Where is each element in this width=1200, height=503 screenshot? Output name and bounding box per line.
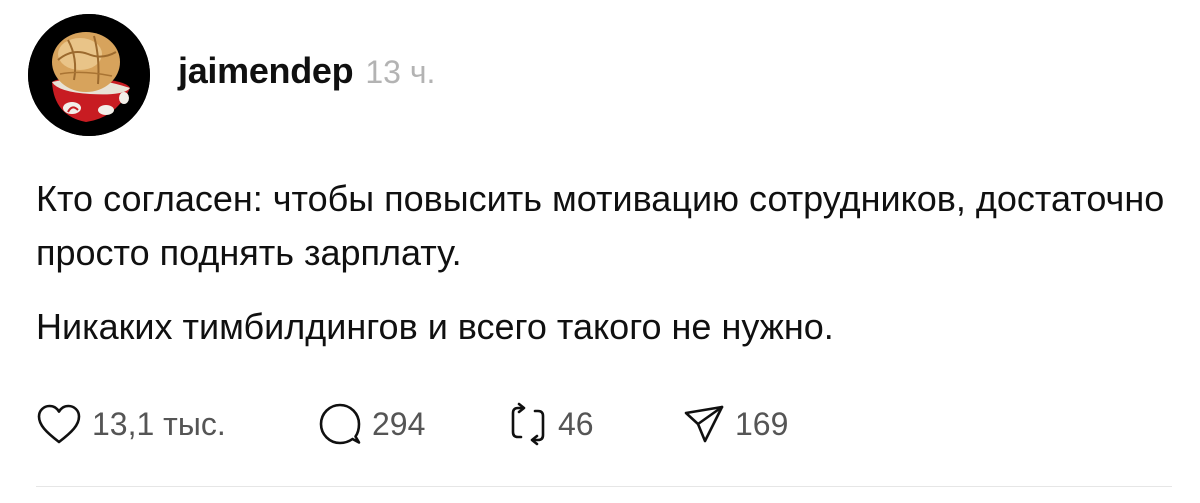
share-button[interactable]: 169 — [683, 403, 788, 445]
username[interactable]: jaimendep — [178, 50, 354, 92]
replies-count: 294 — [372, 405, 426, 442]
likes-count: 13,1 тыс. — [92, 405, 226, 442]
repost-icon — [508, 402, 548, 446]
reply-button[interactable]: 294 — [318, 402, 508, 446]
post-time: 13 ч. — [365, 54, 436, 90]
post-paragraph: Никаких тимбилдингов и всего такого не н… — [36, 306, 834, 347]
shares-count: 169 — [735, 405, 789, 442]
heart-icon — [36, 403, 82, 445]
post-header: jaimendep 13 ч. — [178, 50, 435, 92]
share-icon — [683, 403, 725, 445]
comment-icon — [318, 402, 362, 446]
avatar[interactable] — [28, 14, 150, 136]
post-paragraph: Кто согласен: чтобы повысить мотивацию с… — [36, 178, 1165, 273]
post-actions: 13,1 тыс. 294 46 169 — [36, 398, 788, 450]
divider — [36, 486, 1172, 487]
reposts-count: 46 — [558, 405, 594, 442]
like-button[interactable]: 13,1 тыс. — [36, 403, 318, 445]
repost-button[interactable]: 46 — [508, 402, 683, 446]
post-text: Кто согласен: чтобы повысить мотивацию с… — [36, 172, 1176, 354]
bun-in-bowl-avatar — [28, 14, 150, 136]
